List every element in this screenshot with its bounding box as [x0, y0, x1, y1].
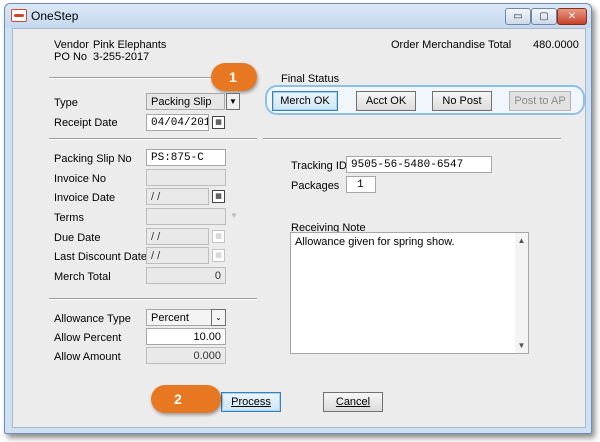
last-discount-date-label: Last Discount Date — [54, 251, 147, 263]
callout-2: 2 — [151, 385, 221, 413]
invoice-date-calendar-icon[interactable]: ▦ — [212, 190, 225, 203]
merch-total-input[interactable]: 0 — [146, 267, 226, 284]
scroll-down-icon[interactable]: ▼ — [515, 339, 528, 352]
allow-amount-input[interactable]: 0.000 — [146, 347, 226, 364]
no-post-button[interactable]: No Post — [432, 91, 492, 111]
tracking-id-input[interactable]: 9505-56-5480-6547 — [346, 156, 492, 173]
packages-label: Packages — [291, 180, 340, 192]
terms-dropdown-icon[interactable]: ▼ — [227, 208, 241, 225]
terms-select[interactable] — [146, 208, 226, 225]
vendor-label: Vendor — [54, 39, 89, 51]
last-discount-calendar-icon[interactable]: ▦ — [212, 249, 225, 262]
packing-slip-input[interactable]: PS:875-C — [146, 149, 226, 166]
separator-invoice — [49, 138, 257, 140]
separator-allowance — [49, 298, 257, 300]
due-date-label: Due Date — [54, 232, 101, 244]
merch-ok-button[interactable]: Merch OK — [272, 91, 338, 111]
receipt-date-calendar-icon[interactable]: ▦ — [212, 116, 225, 129]
merch-total-label: Merch Total — [54, 271, 111, 283]
allow-percent-label: Allow Percent — [54, 332, 122, 344]
receiving-note-text: Allowance given for spring show. — [295, 236, 455, 248]
allowance-type-select[interactable]: Percent — [146, 309, 212, 326]
cancel-button[interactable]: Cancel — [323, 392, 383, 412]
order-merch-total-value: 480.0000 — [533, 39, 579, 51]
po-value: 3-255-2017 — [93, 51, 150, 63]
receipt-date-input[interactable]: 04/04/2017 — [146, 114, 209, 131]
receiving-note-scrollbar[interactable]: ▲ ▼ — [515, 233, 528, 353]
allowance-type-label: Allowance Type — [54, 313, 131, 325]
maximize-button[interactable]: ▢ — [531, 8, 557, 25]
callout-1-number: 1 — [229, 69, 237, 85]
po-label: PO No — [54, 51, 88, 63]
callout-1: 1 — [211, 63, 257, 91]
window-title: OneStep — [31, 9, 79, 23]
receiving-note-textarea[interactable]: Allowance given for spring show. ▲ ▼ — [290, 232, 529, 354]
final-status-label: Final Status — [281, 73, 340, 85]
last-discount-date-input[interactable]: / / — [146, 247, 209, 264]
acct-ok-button[interactable]: Acct OK — [356, 91, 416, 111]
onestep-window: OneStep ▭ ▢ ✕ Vendor Pink Elephants PO N… — [4, 3, 592, 434]
due-date-calendar-icon[interactable]: ▦ — [212, 230, 225, 243]
title-bar: OneStep ▭ ▢ ✕ — [5, 4, 591, 28]
invoice-no-label: Invoice No — [54, 173, 106, 185]
separator-right — [263, 138, 561, 140]
invoice-date-label: Invoice Date — [54, 192, 116, 204]
type-label: Type — [54, 97, 78, 109]
allowance-type-dropdown-icon[interactable]: ⌄ — [211, 309, 226, 326]
form-client-area: Vendor Pink Elephants PO No 3-255-2017 O… — [12, 28, 586, 428]
receipt-date-label: Receipt Date — [54, 117, 118, 129]
scroll-up-icon[interactable]: ▲ — [515, 234, 528, 247]
packing-slip-label: Packing Slip No — [54, 153, 132, 165]
order-merch-total-label: Order Merchandise Total — [391, 39, 512, 51]
due-date-input[interactable]: / / — [146, 228, 209, 245]
post-to-ap-button[interactable]: Post to AP — [509, 91, 571, 111]
invoice-date-input[interactable]: / / — [146, 188, 209, 205]
tracking-id-label: Tracking ID — [291, 160, 347, 172]
terms-label: Terms — [54, 212, 84, 224]
allow-amount-label: Allow Amount — [54, 351, 121, 363]
invoice-no-input[interactable] — [146, 169, 226, 186]
minimize-button[interactable]: ▭ — [505, 8, 531, 25]
app-icon — [11, 9, 27, 22]
process-button[interactable]: Process — [221, 392, 281, 412]
callout-2-number: 2 — [174, 391, 182, 407]
packages-input[interactable]: 1 — [346, 176, 376, 193]
vendor-value: Pink Elephants — [93, 39, 167, 51]
type-select[interactable]: Packing Slip — [146, 93, 225, 110]
close-button[interactable]: ✕ — [557, 8, 587, 25]
allow-percent-input[interactable]: 10.00 — [146, 328, 226, 345]
type-dropdown-icon[interactable]: ▼ — [226, 93, 240, 110]
